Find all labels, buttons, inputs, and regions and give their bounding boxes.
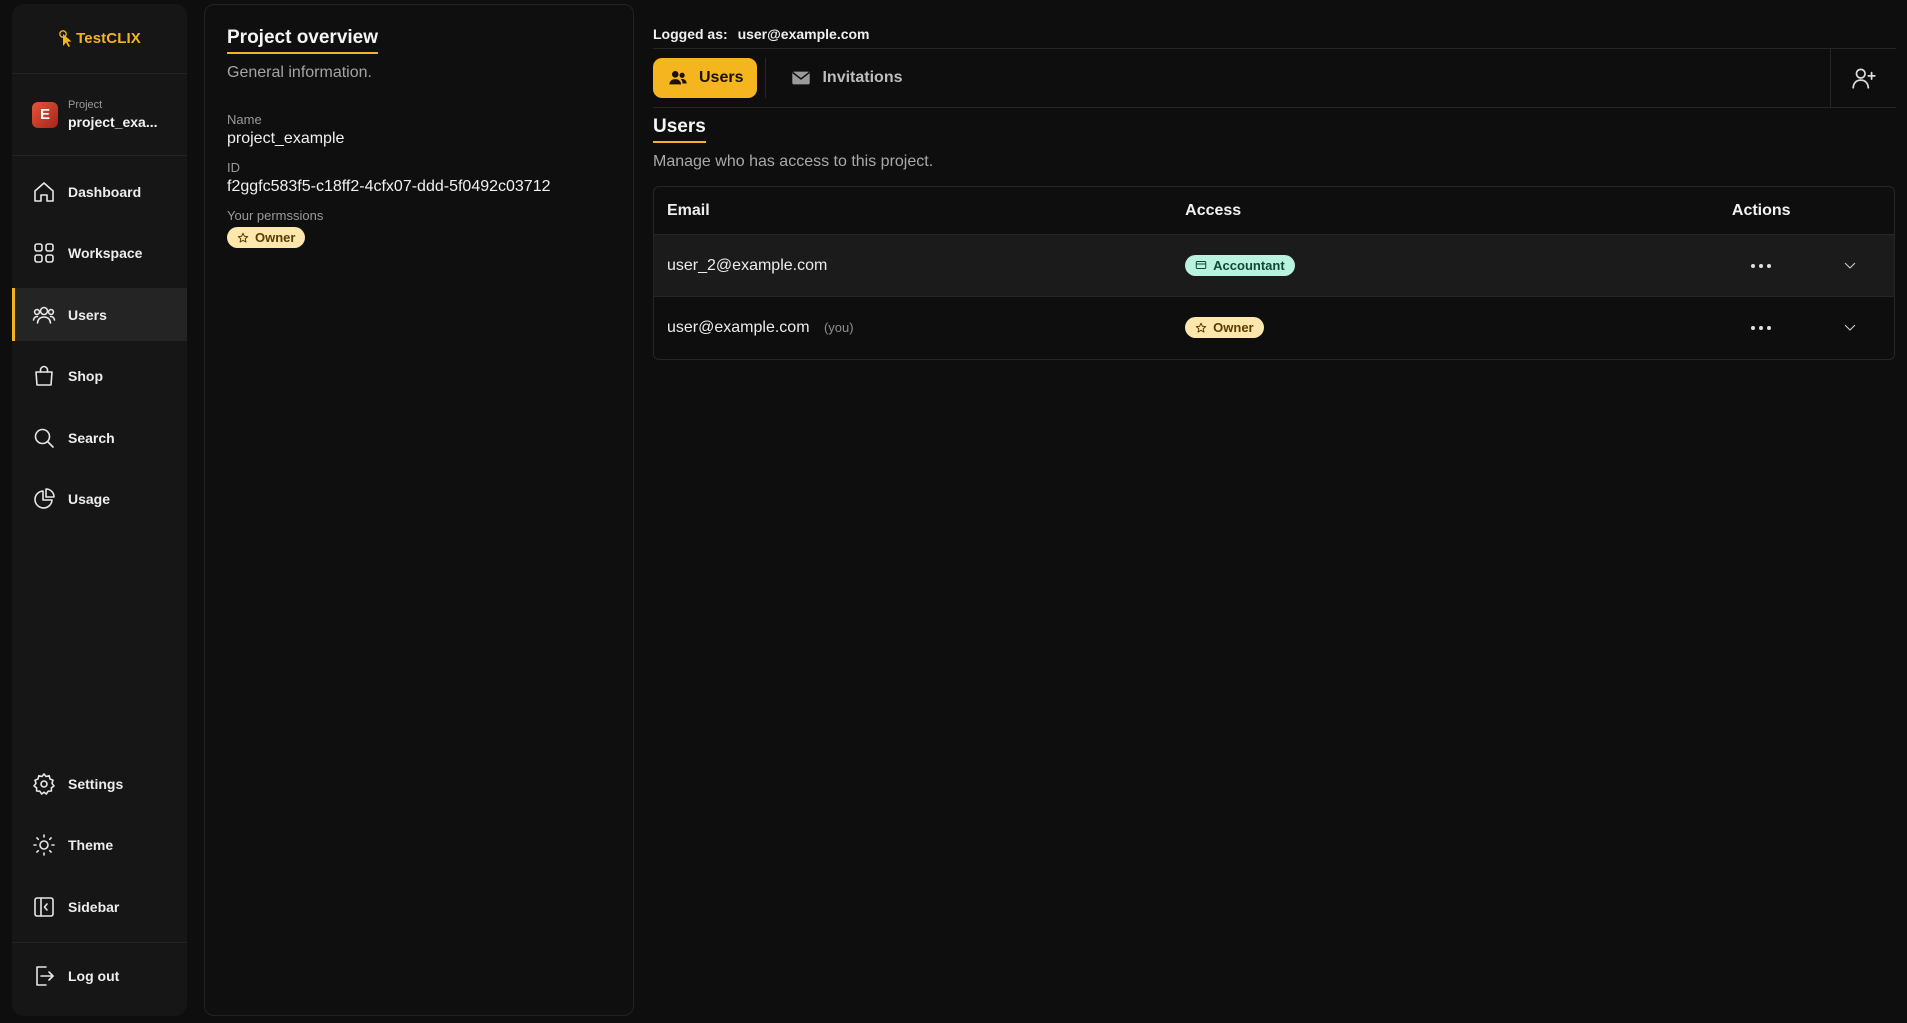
- sidebar-item-usage[interactable]: Usage: [12, 473, 187, 526]
- permissions-label: Your permssions: [227, 208, 324, 223]
- tabs: Users Invitations: [653, 49, 1896, 107]
- users-section-subtitle: Manage who has access to this project.: [653, 153, 934, 170]
- column-header-email: Email: [667, 201, 710, 219]
- chevron-down-icon: [1844, 324, 1856, 331]
- project-name-value: project_example: [227, 130, 345, 147]
- sun-icon: [33, 834, 55, 857]
- permission-badge-label: Owner: [255, 230, 296, 245]
- access-cell: Owner: [1185, 317, 1716, 339]
- sidebar-item-label: Search: [68, 429, 115, 446]
- sidebar-item-shop[interactable]: Shop: [12, 350, 187, 403]
- column-header-access: Access: [1185, 201, 1242, 219]
- logged-email: user@example.com: [737, 26, 870, 42]
- users-table: Email Access Actions user_2@example.com …: [653, 186, 1895, 360]
- name-label: Name: [227, 112, 262, 127]
- sidebar-item-label: Dashboard: [68, 183, 142, 200]
- sidebar-item-search[interactable]: Search: [12, 411, 187, 464]
- star-icon: [1195, 322, 1207, 333]
- logout-button[interactable]: Log out: [12, 949, 187, 1002]
- main-content: Logged as: user@example.com Users Invita…: [653, 26, 1896, 360]
- project-id-value: f2ggfc583f5-c18ff2-4cfx07-ddd-5f0492c037…: [227, 178, 551, 195]
- sidebar-item-label: Settings: [68, 775, 124, 792]
- user-email: user@example.com: [667, 319, 810, 336]
- sidebar-item-label: Users: [68, 306, 107, 323]
- sidebar-item-label: Theme: [68, 837, 114, 854]
- access-badge-label: Owner: [1213, 320, 1254, 336]
- access-badge: Accountant: [1185, 254, 1295, 276]
- user-email-cell: user@example.com (you): [654, 319, 1185, 337]
- users-icon: [32, 306, 56, 324]
- table-header: Email Access Actions: [654, 187, 1894, 235]
- envelope-icon: [792, 71, 811, 85]
- permission-badge: Owner: [227, 227, 306, 248]
- chevron-down-icon: [1844, 262, 1856, 269]
- card-icon: [1195, 261, 1207, 270]
- grid-icon: [34, 243, 54, 263]
- access-cell: Accountant: [1185, 254, 1716, 277]
- sidebar-item-dashboard[interactable]: Dashboard: [12, 165, 187, 218]
- add-user-icon: [1851, 68, 1876, 89]
- users-icon: [669, 71, 687, 85]
- row-actions: [1716, 326, 1806, 330]
- more-actions-button[interactable]: [1716, 326, 1806, 330]
- overview-title: Project overview: [227, 27, 379, 54]
- star-icon: [237, 232, 249, 243]
- sidebar: TestCLIX E Project project_exa... Dashbo…: [12, 4, 187, 1016]
- shopping-bag-icon: [35, 365, 53, 387]
- sidebar-item-settings[interactable]: Settings: [12, 757, 187, 810]
- project-label: Project: [68, 99, 103, 111]
- expand-row-button[interactable]: [1806, 320, 1894, 336]
- expand-row-button[interactable]: [1806, 258, 1894, 274]
- sidebar-item-label: Usage: [68, 491, 111, 508]
- gear-icon: [33, 772, 55, 795]
- access-badge-label: Accountant: [1213, 257, 1285, 273]
- logged-label: Logged as:: [653, 26, 728, 42]
- project-avatar: E: [32, 101, 58, 128]
- tab-label: Users: [699, 69, 744, 86]
- brand-logo[interactable]: TestCLIX: [12, 4, 187, 74]
- table-row[interactable]: user_2@example.com Accountant: [654, 235, 1894, 297]
- project-name: project_exa...: [68, 114, 158, 130]
- more-actions-button[interactable]: [1716, 263, 1806, 268]
- user-email-cell: user_2@example.com: [654, 257, 1185, 275]
- logout-icon: [36, 965, 54, 986]
- project-overview-panel: Project overview General information. Na…: [204, 4, 634, 1016]
- tab-invitations[interactable]: Invitations: [776, 58, 916, 98]
- access-badge: Owner: [1185, 317, 1264, 339]
- tab-users[interactable]: Users: [653, 58, 758, 98]
- add-user-button[interactable]: [1830, 49, 1896, 107]
- users-section-title: Users: [653, 116, 706, 143]
- sidebar-item-sidebar[interactable]: Sidebar: [12, 880, 187, 933]
- sidebar-item-label: Sidebar: [68, 898, 120, 915]
- sidebar-item-workspace[interactable]: Workspace: [12, 227, 187, 280]
- tab-separator: [765, 58, 767, 98]
- tab-label: Invitations: [822, 69, 903, 86]
- brand-name: TestCLIX: [76, 30, 141, 47]
- cursor-click-icon: [59, 29, 72, 47]
- you-tag: (you): [823, 320, 854, 335]
- sidebar-item-users[interactable]: Users: [12, 288, 187, 342]
- sidebar-item-theme[interactable]: Theme: [12, 819, 187, 872]
- id-label: ID: [227, 160, 240, 175]
- sidebar-item-label: Shop: [68, 368, 103, 385]
- overview-subtitle: General information.: [227, 64, 372, 81]
- column-header-actions: Actions: [1731, 201, 1791, 219]
- pie-chart-icon: [34, 488, 55, 510]
- table-row[interactable]: user@example.com (you) Owner: [654, 297, 1894, 359]
- home-icon: [34, 181, 54, 202]
- search-icon: [34, 428, 54, 448]
- sidebar-item-label: Workspace: [68, 245, 143, 262]
- row-actions: [1716, 263, 1806, 268]
- user-email: user_2@example.com: [667, 256, 828, 274]
- logout-label: Log out: [68, 967, 120, 984]
- sidebar-icon: [34, 897, 54, 917]
- project-switcher[interactable]: E Project project_exa...: [12, 74, 187, 156]
- divider: [653, 107, 1896, 108]
- logged-as: Logged as: user@example.com: [653, 26, 1896, 48]
